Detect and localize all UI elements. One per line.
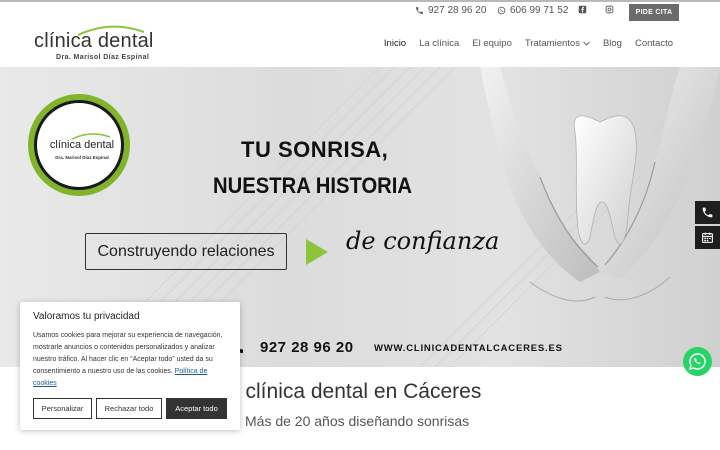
phone-number-2: 606 99 71 52 xyxy=(510,5,569,16)
top-bar: 927 28 96 20 606 99 71 52 PIDE CITA xyxy=(0,2,720,22)
hero-website: WWW.CLINICADENTALCACERES.ES xyxy=(374,343,563,354)
side-calendar-button[interactable] xyxy=(695,226,720,249)
cookie-title: Valoramos tu privacidad xyxy=(33,311,140,322)
nav-contacto[interactable]: Contacto xyxy=(635,38,673,49)
phone-icon xyxy=(702,207,713,218)
logo-text: clínica dental xyxy=(34,30,154,52)
chevron-down-icon xyxy=(583,41,590,46)
whatsapp-icon xyxy=(688,353,706,371)
facebook-link[interactable] xyxy=(578,5,587,14)
hero-phone-number: 927 28 96 20 xyxy=(260,339,354,356)
nav-tratamientos-label: Tratamientos xyxy=(524,38,580,49)
side-phone-button[interactable] xyxy=(695,201,720,224)
badge-subtitle: Dra. Marisol Díaz Espinal xyxy=(55,155,109,160)
nav-tratamientos[interactable]: Tratamientos xyxy=(525,38,590,49)
hero-title-line1: TU SONRISA, xyxy=(241,137,389,162)
clinic-badge-inner: clínica dental Dra. Marisol Díaz Espinal xyxy=(34,100,124,190)
cookie-reject-button[interactable]: Rechazar todo xyxy=(96,398,162,419)
calendar-icon xyxy=(702,232,713,243)
instagram-link[interactable] xyxy=(605,5,614,14)
section-title: u clínica dental en Cáceres xyxy=(228,380,482,403)
main-nav: Inicio La clínica El equipo Tratamientos… xyxy=(371,38,673,49)
hero-title-line2: NUESTRA HISTORIA xyxy=(213,173,413,198)
nav-la-clinica[interactable]: La clínica xyxy=(419,38,459,49)
cookie-accept-button[interactable]: Aceptar todo xyxy=(166,398,227,419)
clinic-badge: clínica dental Dra. Marisol Díaz Espinal xyxy=(28,94,130,196)
facebook-icon xyxy=(578,5,587,14)
pide-cita-button[interactable]: PIDE CITA xyxy=(629,4,679,21)
badge-text: clínica dental xyxy=(49,139,115,151)
phone-icon xyxy=(416,7,423,14)
phone-link-2[interactable]: 606 99 71 52 xyxy=(497,5,568,16)
cookie-customize-button[interactable]: Personalizar xyxy=(33,398,92,419)
hero-tagline-box: Construyendo relaciones xyxy=(85,233,287,270)
site-logo[interactable]: clínica dental Dra. Marisol Díaz Espinal xyxy=(34,24,174,64)
phone-number-1: 927 28 96 20 xyxy=(428,5,487,16)
nav-blog[interactable]: Blog xyxy=(603,38,622,49)
hero-script-text: de confianza xyxy=(346,227,500,255)
logo-subtitle: Dra. Marisol Díaz Espinal xyxy=(56,54,150,61)
cookie-text: Usamos cookies para mejorar su experienc… xyxy=(33,330,229,390)
play-triangle-icon xyxy=(306,239,328,265)
whatsapp-icon xyxy=(497,6,506,15)
nav-el-equipo[interactable]: El equipo xyxy=(472,38,512,49)
whatsapp-float-button[interactable] xyxy=(683,347,712,376)
section-subtitle: Más de 20 años diseñando sonrisas xyxy=(245,413,470,429)
phone-link-1[interactable]: 927 28 96 20 xyxy=(415,5,486,16)
instagram-icon xyxy=(605,5,614,14)
nav-inicio[interactable]: Inicio xyxy=(384,38,406,49)
cookie-consent-dialog: Valoramos tu privacidad Usamos cookies p… xyxy=(20,302,240,430)
hands-tooth-illustration xyxy=(480,67,720,302)
